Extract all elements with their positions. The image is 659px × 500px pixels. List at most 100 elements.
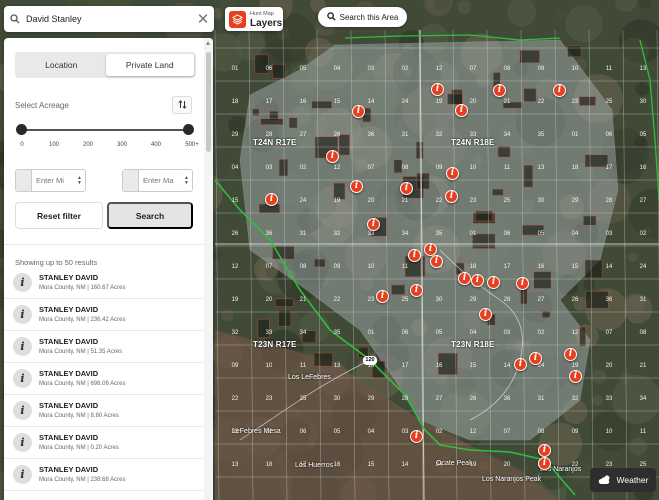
list-item[interactable]: i STANLEY DAVID Mora County, NM | 698.06 … (4, 363, 203, 395)
parcel-info-marker[interactable]: i (516, 277, 529, 290)
section-number: 12 (334, 165, 341, 171)
search-mode-tabs: Location Private Land (15, 52, 196, 78)
section-number: 20 (504, 462, 511, 468)
section-number: 23 (368, 297, 375, 303)
section-number: 31 (300, 231, 307, 237)
section-number: 14 (504, 363, 511, 369)
parcel-info-marker[interactable]: i (471, 274, 484, 287)
parcel-info-marker[interactable]: i (487, 276, 500, 289)
parcel-info-marker[interactable]: i (479, 308, 492, 321)
section-number: 25 (504, 198, 511, 204)
section-number: 06 (266, 66, 273, 72)
parcel-info-marker[interactable]: i (564, 348, 577, 361)
list-item[interactable]: i STANLEY DAVID Mora County, NM | 238.68 … (4, 459, 203, 491)
acreage-slider-track[interactable] (21, 129, 189, 131)
section-number: 21 (402, 198, 409, 204)
private-parcel (288, 117, 298, 129)
parcel-info-marker[interactable]: i (265, 193, 278, 206)
close-icon[interactable]: ✕ (192, 10, 214, 28)
parcel-info-marker[interactable]: i (538, 444, 551, 457)
section-number: 08 (300, 264, 307, 270)
parcel-info-marker[interactable]: i (430, 255, 443, 268)
layers-button[interactable]: Hunt Map Layers (225, 7, 283, 31)
owner-name: STANLEY DAVID (39, 464, 99, 474)
parcel-info-marker[interactable]: i (326, 150, 339, 163)
section-number: 02 (436, 429, 443, 435)
parcel-info-marker[interactable]: i (410, 430, 423, 443)
section-number: 06 (402, 330, 409, 336)
tab-private-land[interactable]: Private Land (105, 54, 194, 76)
parcel-info-marker[interactable]: i (493, 84, 506, 97)
private-parcel (533, 271, 552, 289)
list-item[interactable]: i STANLEY DAVID Mora County, NM | 8.80 Ac… (4, 395, 203, 427)
stepper-icon[interactable]: ▲ ▼ (76, 175, 83, 186)
list-item[interactable]: i STANLEY DAVID Mora County, NM | 0.20 Ac… (4, 427, 203, 459)
parcel-info-marker[interactable]: i (569, 370, 582, 383)
section-number: 10 (606, 429, 613, 435)
section-number: 22 (334, 297, 341, 303)
section-number: 36 (504, 396, 511, 402)
scrollbar-thumb[interactable] (206, 52, 211, 152)
owner-name: STANLEY DAVID (39, 304, 99, 314)
search-button[interactable]: Search (107, 202, 193, 229)
section-number: 09 (334, 264, 341, 270)
sort-button[interactable] (172, 96, 192, 114)
parcel-info-marker[interactable]: i (538, 457, 551, 470)
parcel-info-marker[interactable]: i (431, 83, 444, 96)
search-input[interactable] (26, 14, 192, 24)
parcel-info-marker[interactable]: i (445, 190, 458, 203)
terrain-patch (627, 252, 638, 262)
terrain-patch (635, 82, 650, 96)
max-acreage-input[interactable] (143, 176, 183, 185)
private-parcel (311, 100, 333, 109)
section-number: 09 (572, 429, 579, 435)
acreage-ticks: 0 100 200 300 400 500+ (17, 142, 198, 152)
parcel-info-marker[interactable]: i (410, 284, 423, 297)
section-number: 02 (300, 165, 307, 171)
info-icon: i (13, 465, 32, 484)
section-number: 16 (300, 99, 307, 105)
township-label: T24N R17E (253, 138, 297, 147)
section-number: 29 (470, 297, 477, 303)
parcel-info-marker[interactable]: i (400, 182, 413, 195)
section-number: 31 (640, 297, 647, 303)
section-number: 23 (470, 198, 477, 204)
search-this-area-button[interactable]: Search this Area (318, 7, 407, 27)
tab-location[interactable]: Location (17, 54, 106, 76)
acreage-min-handle[interactable] (16, 124, 27, 135)
parcel-info-marker[interactable]: i (376, 290, 389, 303)
acreage-max-handle[interactable] (183, 124, 194, 135)
list-item[interactable]: i STANLEY DAVID Mora County, NM | 160.67 … (4, 267, 203, 299)
private-parcel (274, 298, 294, 307)
panel-scrollbar[interactable] (204, 38, 213, 500)
section-number: 33 (606, 396, 613, 402)
info-icon: i (13, 401, 32, 420)
parcel-info-marker[interactable]: i (350, 180, 363, 193)
parcel-info-marker[interactable]: i (455, 104, 468, 117)
parcel-info-marker[interactable]: i (529, 352, 542, 365)
private-parcel (584, 154, 609, 168)
reset-filter-button[interactable]: Reset filter (15, 202, 103, 229)
section-number: 34 (504, 132, 511, 138)
sort-icon (178, 96, 187, 114)
section-number: 26 (470, 396, 477, 402)
list-item[interactable]: i STANLEY DAVID Mora County, NM | 51.35 A… (4, 331, 203, 363)
parcel-info-marker[interactable]: i (352, 105, 365, 118)
divider (4, 244, 203, 245)
parcel-details: Mora County, NM | 160.67 Acres (39, 284, 126, 291)
min-acreage-input[interactable] (36, 176, 76, 185)
parcel-info-marker[interactable]: i (408, 249, 421, 262)
private-parcel (278, 309, 292, 327)
parcel-info-marker[interactable]: i (553, 84, 566, 97)
section-number: 12 (470, 429, 477, 435)
section-number: 21 (300, 297, 307, 303)
parcel-info-marker[interactable]: i (514, 358, 527, 371)
section-number: 26 (232, 231, 239, 237)
parcel-info-marker[interactable]: i (458, 272, 471, 285)
list-item[interactable]: i STANLEY DAVID Mora County, NM | 236.42 … (4, 299, 203, 331)
parcel-info-marker[interactable]: i (446, 167, 459, 180)
scroll-up-icon[interactable] (206, 41, 210, 45)
weather-button[interactable]: Weather (590, 468, 656, 492)
stepper-icon[interactable]: ▲ ▼ (183, 175, 190, 186)
parcel-info-marker[interactable]: i (367, 218, 380, 231)
